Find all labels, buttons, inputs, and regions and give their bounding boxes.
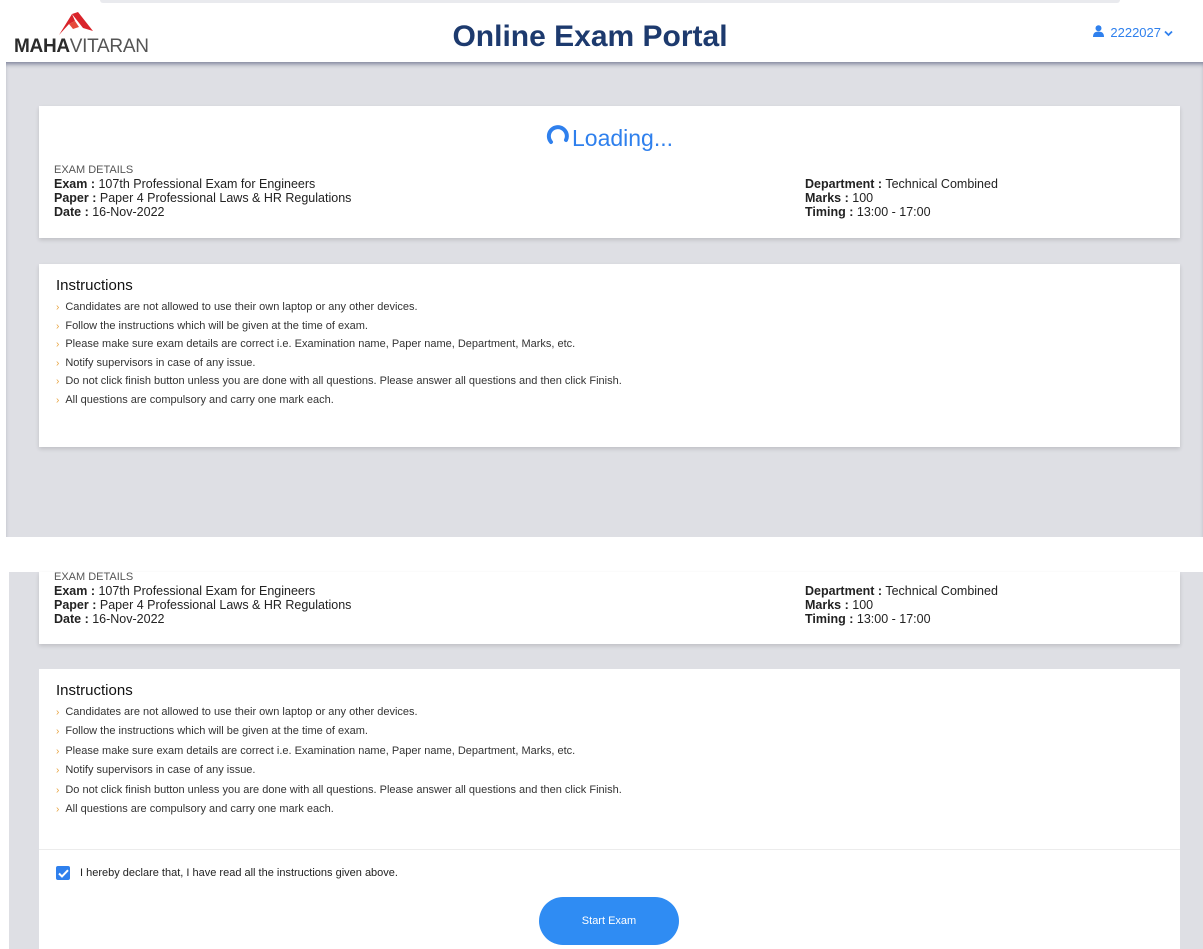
date-row: Date : 16-Nov-2022	[54, 612, 654, 626]
header: MAHAVITARAN Online Exam Portal 2222027	[0, 0, 1203, 62]
instruction-item: › Candidates are not allowed to use their…	[56, 301, 418, 313]
department-value: Technical Combined	[885, 584, 998, 598]
marks-label: Marks :	[805, 191, 849, 205]
chevron-down-icon[interactable]	[1164, 25, 1173, 41]
instruction-item: › Candidates are not allowed to use their…	[56, 706, 418, 718]
paper-row: Paper : Paper 4 Professional Laws & HR R…	[54, 191, 654, 205]
chevron-right-icon: ›	[56, 745, 60, 757]
chevron-right-icon: ›	[56, 726, 60, 738]
exam-label: Exam :	[54, 177, 95, 191]
instructions-card: Instructions › Candidates are not allowed…	[39, 669, 1180, 949]
declaration-text: I hereby declare that, I have read all t…	[80, 867, 398, 879]
exam-details: EXAM DETAILS Exam : 107th Professional E…	[54, 164, 1165, 219]
department-label: Department :	[805, 177, 883, 191]
exam-details-card: Loading... EXAM DETAILS Exam : 107th Pro…	[39, 106, 1180, 238]
chevron-right-icon: ›	[56, 376, 60, 387]
timing-value: 13:00 - 17:00	[856, 205, 931, 219]
exam-details-heading: EXAM DETAILS	[54, 571, 134, 583]
exam-details-card: EXAM DETAILS Exam : 107th Professional E…	[39, 571, 1180, 644]
exam-details: EXAM DETAILS Exam : 107th Professional E…	[54, 571, 1165, 626]
instructions-title: Instructions	[56, 682, 133, 699]
paper-label: Paper :	[54, 191, 97, 205]
instruction-item: › Do not click finish button unless you a…	[56, 375, 622, 387]
user-id: 2222027	[1110, 25, 1161, 40]
instruction-item: › Follow the instructions which will be g…	[56, 725, 368, 738]
paper-value: Paper 4 Professional Laws & HR Regulatio…	[99, 191, 352, 205]
checkmark-icon	[57, 869, 69, 878]
loading-indicator: Loading...	[39, 123, 1180, 153]
top-screen: MAHAVITARAN Online Exam Portal 2222027 L…	[0, 0, 1203, 537]
department-row: Department : Technical Combined	[805, 177, 1165, 191]
paper-value: Paper 4 Professional Laws & HR Regulatio…	[99, 598, 352, 612]
instruction-item: › All questions are compulsory and carry …	[56, 393, 334, 406]
date-row: Date : 16-Nov-2022	[54, 205, 654, 219]
divider	[39, 849, 1180, 850]
chevron-right-icon: ›	[56, 394, 60, 406]
spinner-icon	[546, 123, 570, 153]
timing-row: Timing : 13:00 - 17:00	[805, 205, 1165, 219]
exam-label: Exam :	[54, 584, 95, 598]
chevron-right-icon: ›	[56, 784, 60, 796]
declaration[interactable]: I hereby declare that, I have read all t…	[56, 866, 398, 880]
instruction-item: › Notify supervisors in case of any issue…	[56, 764, 256, 777]
chevron-right-icon: ›	[56, 357, 60, 369]
timing-row: Timing : 13:00 - 17:00	[805, 612, 1165, 626]
department-row: Department : Technical Combined	[805, 584, 1165, 598]
instruction-item: › Please make sure exam details are corre…	[56, 744, 576, 757]
start-exam-button[interactable]: Start Exam	[539, 897, 679, 945]
chevron-right-icon: ›	[56, 707, 60, 718]
instruction-item: › All questions are compulsory and carry …	[56, 802, 334, 815]
instruction-item: › Follow the instructions which will be g…	[56, 319, 368, 332]
chevron-right-icon: ›	[56, 765, 60, 777]
header-divider	[100, 0, 1120, 3]
user-icon	[1093, 25, 1105, 41]
marks-row: Marks : 100	[805, 598, 1165, 612]
instructions-list: › Candidates are not allowed to use their…	[56, 706, 622, 822]
user-menu[interactable]: 2222027	[1093, 25, 1173, 41]
chevron-right-icon: ›	[56, 803, 60, 815]
declaration-checkbox[interactable]	[56, 866, 70, 880]
timing-value: 13:00 - 17:00	[856, 612, 931, 626]
paper-row: Paper : Paper 4 Professional Laws & HR R…	[54, 598, 654, 612]
timing-label: Timing :	[805, 612, 854, 626]
exam-details-heading: EXAM DETAILS	[54, 164, 134, 176]
instructions-list: › Candidates are not allowed to use their…	[56, 301, 622, 412]
exam-row: Exam : 107th Professional Exam for Engin…	[54, 584, 654, 598]
marks-value: 100	[852, 598, 874, 612]
chevron-right-icon: ›	[56, 320, 60, 332]
instructions-title: Instructions	[56, 277, 133, 294]
chevron-right-icon: ›	[56, 302, 60, 313]
exam-value: 107th Professional Exam for Engineers	[98, 177, 316, 191]
paper-label: Paper :	[54, 598, 97, 612]
loading-text: Loading...	[571, 125, 674, 151]
marks-label: Marks :	[805, 598, 849, 612]
timing-label: Timing :	[805, 205, 854, 219]
marks-row: Marks : 100	[805, 191, 1165, 205]
department-label: Department :	[805, 584, 883, 598]
instruction-item: › Do not click finish button unless you a…	[56, 783, 622, 796]
instructions-card: Instructions › Candidates are not allowed…	[39, 264, 1180, 447]
date-label: Date :	[54, 612, 89, 626]
marks-value: 100	[852, 191, 874, 205]
date-label: Date :	[54, 205, 89, 219]
chevron-right-icon: ›	[56, 339, 60, 350]
exam-row: Exam : 107th Professional Exam for Engin…	[54, 177, 654, 191]
date-value: 16-Nov-2022	[92, 205, 165, 219]
page-title: Online Exam Portal	[452, 20, 728, 53]
date-value: 16-Nov-2022	[92, 612, 165, 626]
department-value: Technical Combined	[885, 177, 998, 191]
exam-value: 107th Professional Exam for Engineers	[98, 584, 316, 598]
instruction-item: › Please make sure exam details are corre…	[56, 338, 576, 350]
instruction-item: › Notify supervisors in case of any issue…	[56, 356, 256, 369]
